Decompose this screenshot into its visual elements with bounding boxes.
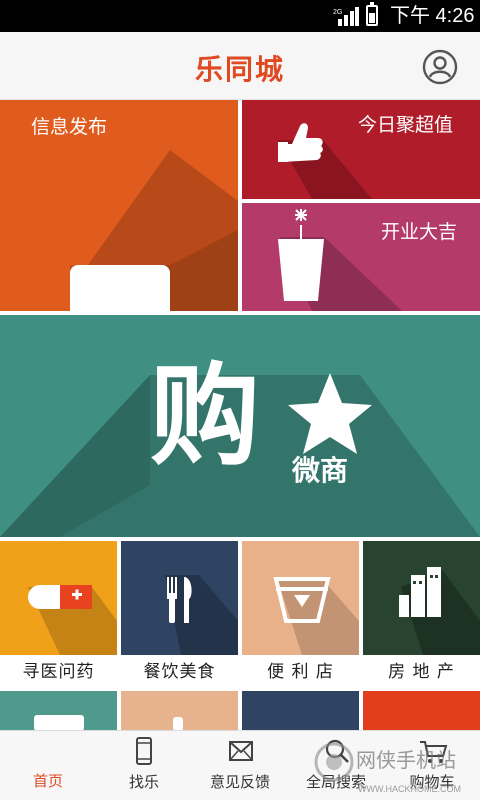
nav-feedback-label: 意见反馈: [209, 773, 270, 791]
pill-icon: [28, 585, 117, 655]
category-row-partial-3[interactable]: [242, 691, 359, 731]
nav-feedback[interactable]: 意见反馈: [192, 731, 288, 800]
shop-big-char: 购: [150, 352, 260, 480]
shop-sub-label: 微商: [292, 454, 349, 487]
category-row-partial-2[interactable]: [121, 691, 238, 731]
nav-home[interactable]: 首页: [0, 731, 96, 800]
app-header: 乐同城: [0, 32, 480, 100]
category-convenience-label: 便 利 店: [267, 662, 334, 682]
watermark-text: 网侠手机站: [356, 748, 456, 772]
category-real-estate[interactable]: [363, 541, 480, 655]
category-food[interactable]: [121, 541, 238, 655]
network-type: 2G: [333, 9, 342, 16]
tile-info-publish[interactable]: 信息发布: [0, 100, 238, 311]
battery-icon: [366, 2, 378, 26]
category-medical[interactable]: [0, 541, 117, 655]
tile-today-label: 今日聚超值: [358, 114, 454, 136]
basket-icon: [273, 577, 359, 655]
app-screen: { "status_bar": { "network": "2G", "time…: [0, 0, 480, 800]
watermark: 网侠手机站 WWW.HACKHOME.COM: [312, 740, 480, 800]
user-icon[interactable]: [422, 49, 458, 85]
phone-icon: [136, 737, 152, 765]
category-real-estate-label: 房 地 产: [388, 662, 455, 682]
signal-icon: 2G: [333, 7, 359, 26]
building-icon: [399, 567, 480, 655]
status-bar: 2G 下午 4:26: [0, 0, 480, 32]
nav-home-label: 首页: [32, 772, 63, 790]
tile-open-label: 开业大吉: [381, 221, 458, 243]
nav-find-fun[interactable]: 找乐: [96, 731, 192, 800]
status-time: 下午 4:26: [390, 5, 475, 27]
tile-info-label: 信息发布: [31, 116, 108, 138]
watermark-url: WWW.HACKHOME.COM: [358, 784, 461, 794]
category-row-partial-4[interactable]: [363, 691, 480, 731]
tile-today-deal[interactable]: 今日聚超值: [242, 100, 480, 199]
category-food-label: 餐饮美食: [143, 662, 216, 682]
fork-knife-icon: [165, 575, 238, 655]
nav-find-fun-label: 找乐: [128, 773, 159, 791]
category-medical-label: 寻医问药: [22, 662, 95, 682]
app-title: 乐同城: [194, 53, 285, 86]
watermark-logo-icon: [314, 742, 354, 782]
tile-grand-opening[interactable]: 开业大吉: [242, 203, 480, 311]
category-row-partial-1[interactable]: [0, 691, 117, 731]
mail-icon: [229, 741, 253, 761]
category-convenience[interactable]: [242, 541, 359, 655]
tile-micro-shop[interactable]: 购 微商: [0, 315, 480, 537]
